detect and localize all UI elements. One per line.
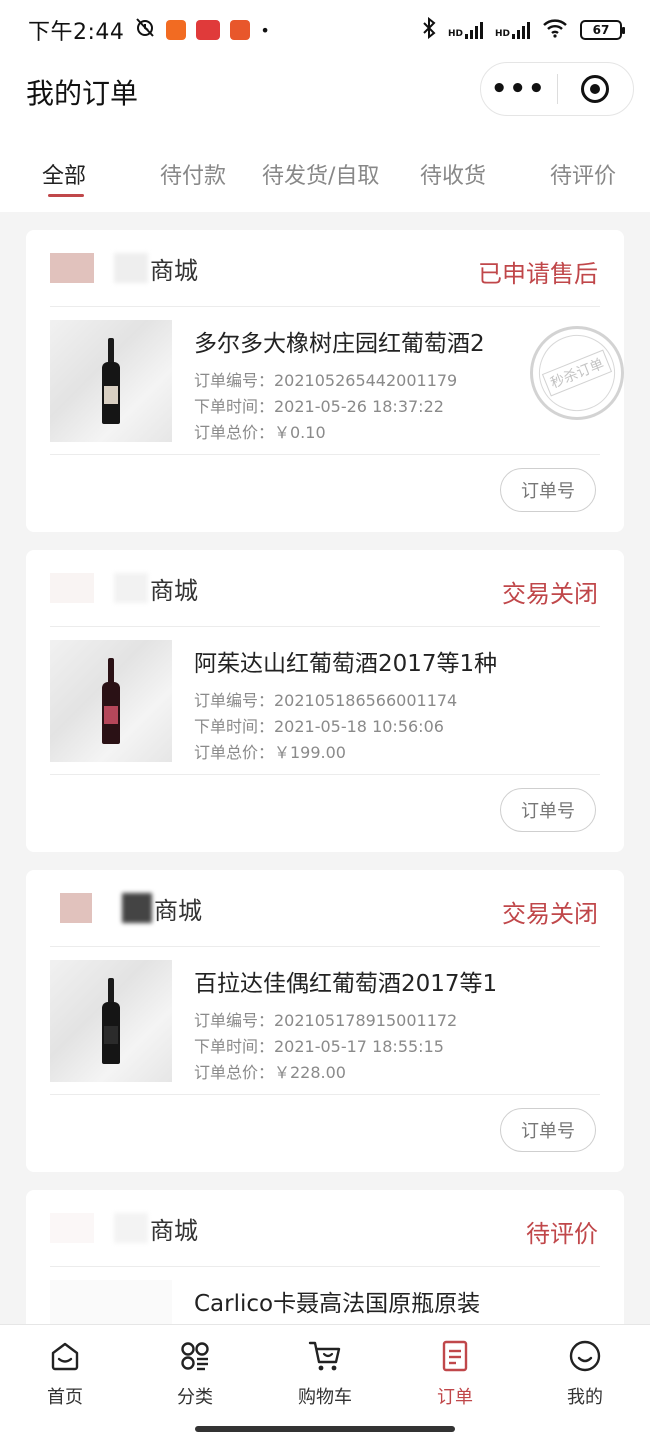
status-time: 下午2:44 bbox=[28, 20, 125, 45]
product-image[interactable] bbox=[50, 640, 172, 762]
target-icon bbox=[581, 75, 610, 103]
shop-logo bbox=[50, 573, 94, 603]
order-number: 订单编号：202105178915001172 bbox=[194, 1011, 458, 1030]
wine-bottle-icon bbox=[102, 658, 120, 744]
tab-pending-payment[interactable]: 待付款 bbox=[160, 158, 226, 190]
order-card[interactable]: 商城 已申请售后 多尔多大橡树庄园红葡萄酒2 订单编号：202105265442… bbox=[26, 230, 624, 532]
page-title: 我的订单 bbox=[26, 77, 139, 110]
order-number: 订单编号：202105186566001174 bbox=[194, 691, 458, 710]
tabbar-home[interactable]: 首页 bbox=[15, 1339, 115, 1409]
order-card[interactable]: 商城 交易关闭 阿茱达山红葡萄酒2017等1种 订单编号：20210518656… bbox=[26, 550, 624, 852]
product-image[interactable] bbox=[50, 960, 172, 1082]
order-card[interactable]: 商城 待评价 Carlico卡聂高法国原瓶原装 bbox=[26, 1190, 624, 1340]
divider bbox=[50, 1266, 600, 1267]
shop-header[interactable]: 商城 bbox=[50, 884, 202, 932]
home-icon bbox=[48, 1339, 82, 1377]
nav-header: 我的订单 ••• bbox=[0, 60, 650, 120]
tabbar-label: 我的 bbox=[567, 1387, 603, 1408]
flash-sale-stamp: 秒杀订单 bbox=[515, 311, 624, 435]
product-name[interactable]: Carlico卡聂高法国原瓶原装 bbox=[194, 1284, 508, 1318]
mi-app-icon bbox=[166, 20, 187, 40]
tab-all[interactable]: 全部 bbox=[42, 158, 86, 190]
order-status-tabs: 全部 待付款 待发货/自取 待收货 待评价 bbox=[0, 120, 650, 212]
tabbar-label: 购物车 bbox=[298, 1387, 352, 1408]
order-icon bbox=[438, 1339, 472, 1377]
product-name[interactable]: 百拉达佳偶红葡萄酒2017等1 bbox=[194, 964, 508, 998]
tabbar-label: 订单 bbox=[437, 1387, 473, 1408]
tab-pending-receipt[interactable]: 待收货 bbox=[420, 158, 486, 190]
order-time: 下单时间：2021-05-26 18:37:22 bbox=[194, 397, 444, 416]
status-bar: 下午2:44 • HD HD 67 bbox=[0, 0, 650, 60]
category-icon bbox=[178, 1339, 212, 1377]
tabbar-orders[interactable]: 订单 bbox=[405, 1339, 505, 1409]
order-status: 已申请售后 bbox=[478, 260, 598, 288]
order-time: 下单时间：2021-05-18 10:56:06 bbox=[194, 717, 444, 736]
divider bbox=[50, 306, 600, 307]
battery-icon: 67 bbox=[580, 20, 625, 40]
order-total: 订单总价：￥199.00 bbox=[194, 743, 346, 762]
wine-bottle-icon bbox=[102, 338, 120, 424]
shop-name-blurred bbox=[114, 253, 148, 283]
mini-program-capsule: ••• bbox=[480, 62, 634, 116]
tab-pending-review[interactable]: 待评价 bbox=[550, 158, 616, 190]
profile-icon bbox=[568, 1339, 602, 1377]
divider bbox=[50, 626, 600, 627]
shop-name: 商城 bbox=[150, 576, 198, 605]
mute-alarm-icon bbox=[134, 16, 156, 44]
more-button[interactable]: ••• bbox=[481, 74, 557, 104]
divider bbox=[50, 1094, 600, 1095]
order-status: 交易关闭 bbox=[502, 580, 598, 608]
shop-name: 商城 bbox=[150, 256, 198, 285]
shop-header[interactable]: 商城 bbox=[50, 564, 198, 612]
tabbar-label: 分类 bbox=[177, 1387, 213, 1408]
active-tab-indicator bbox=[48, 194, 84, 197]
order-number-button[interactable]: 订单号 bbox=[500, 468, 596, 512]
shop-logo bbox=[60, 893, 92, 923]
signal-2-icon: HD bbox=[495, 21, 530, 39]
order-number-button[interactable]: 订单号 bbox=[500, 788, 596, 832]
tabbar-category[interactable]: 分类 bbox=[145, 1339, 245, 1409]
order-card[interactable]: 商城 交易关闭 百拉达佳偶红葡萄酒2017等1 订单编号：20210517891… bbox=[26, 870, 624, 1172]
divider bbox=[50, 454, 600, 455]
product-name[interactable]: 阿茱达山红葡萄酒2017等1种 bbox=[194, 644, 508, 678]
tabbar-label: 首页 bbox=[47, 1387, 83, 1408]
shop-name: 商城 bbox=[154, 896, 202, 925]
divider bbox=[50, 946, 600, 947]
shop-name-blurred bbox=[114, 573, 148, 603]
tab-pending-shipment[interactable]: 待发货/自取 bbox=[262, 158, 379, 190]
shop-logo bbox=[50, 1213, 94, 1243]
order-total: 订单总价：￥228.00 bbox=[194, 1063, 346, 1082]
dot-icon: • bbox=[260, 20, 270, 40]
tabbar-profile[interactable]: 我的 bbox=[535, 1339, 635, 1409]
home-indicator[interactable] bbox=[195, 1426, 455, 1432]
product-image[interactable] bbox=[50, 320, 172, 442]
signal-1-icon: HD bbox=[448, 21, 483, 39]
tabbar-cart[interactable]: 购物车 bbox=[275, 1339, 375, 1409]
shop-name-blurred bbox=[114, 1213, 148, 1243]
shop-logo bbox=[50, 253, 94, 283]
order-status: 待评价 bbox=[526, 1220, 598, 1248]
taobao-app-icon bbox=[230, 20, 251, 40]
bluetooth-icon bbox=[422, 16, 436, 43]
shop-header[interactable]: 商城 bbox=[50, 1204, 198, 1252]
order-status: 交易关闭 bbox=[502, 900, 598, 928]
product-name[interactable]: 多尔多大橡树庄园红葡萄酒2 bbox=[194, 324, 508, 358]
shop-name: 商城 bbox=[150, 1216, 198, 1245]
order-time: 下单时间：2021-05-17 18:55:15 bbox=[194, 1037, 444, 1056]
order-number-button[interactable]: 订单号 bbox=[500, 1108, 596, 1152]
shop-header[interactable]: 商城 bbox=[50, 244, 198, 292]
close-mini-program-button[interactable] bbox=[558, 75, 634, 103]
toutiao-app-icon bbox=[196, 20, 221, 40]
divider bbox=[50, 774, 600, 775]
shop-name-blurred bbox=[122, 893, 152, 923]
order-number: 订单编号：202105265442001179 bbox=[194, 371, 458, 390]
order-total: 订单总价：￥0.10 bbox=[194, 423, 326, 442]
wine-bottle-icon bbox=[102, 978, 120, 1064]
wifi-icon bbox=[542, 18, 568, 42]
cart-icon bbox=[307, 1339, 343, 1377]
